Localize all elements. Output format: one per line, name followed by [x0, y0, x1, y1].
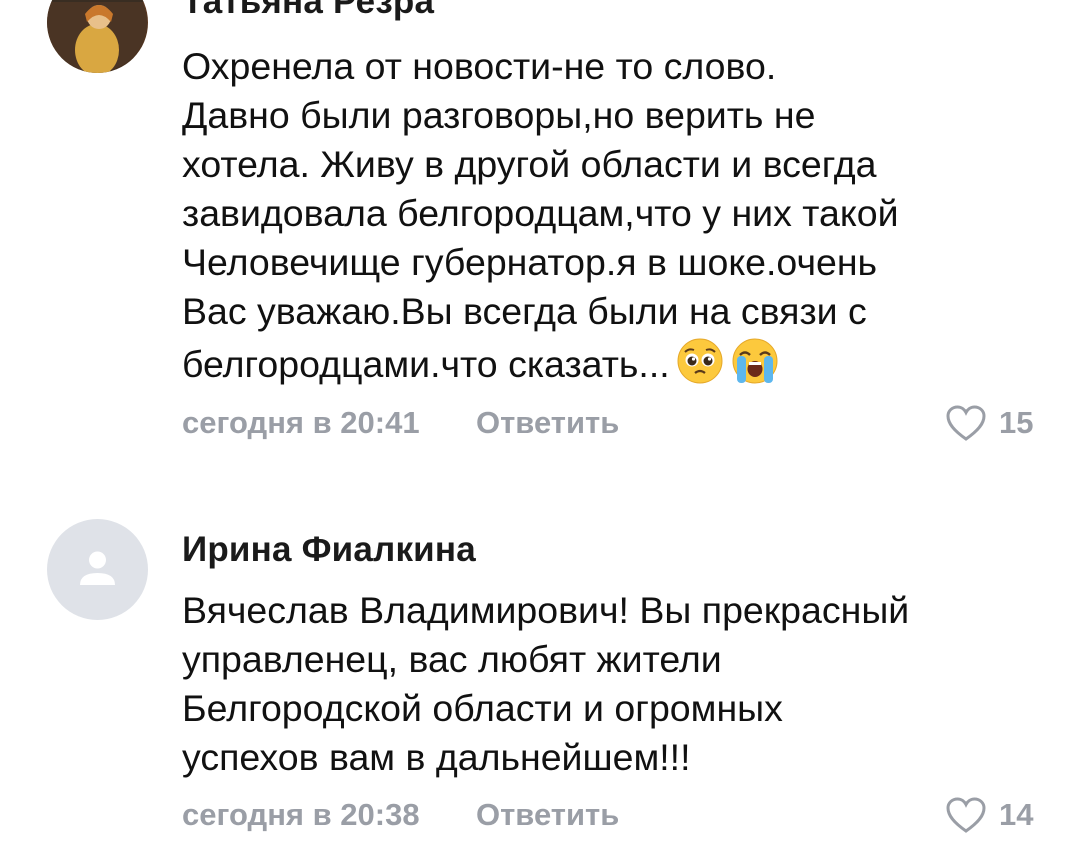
comment-author[interactable]: Татьяна Резра	[182, 0, 434, 22]
heart-outline-icon	[945, 404, 987, 442]
comment-text-line: хотела. Живу в другой области и всегда	[182, 143, 877, 185]
like-count: 14	[999, 797, 1034, 832]
avatar-image	[47, 0, 148, 73]
comment-text-line: управленец, вас любят жители	[182, 638, 722, 680]
reply-button[interactable]: Ответить	[476, 797, 619, 833]
comment-text-line: Белгородской области и огромных	[182, 687, 783, 729]
comment-text-line: Вячеслав Владимирович! Вы прекрасный	[182, 589, 910, 631]
comment-text-line: Давно были разговоры,но верить не	[182, 94, 816, 136]
comment-text: Вячеслав Владимирович! Вы прекрасный упр…	[182, 586, 1042, 782]
loudly-crying-face-emoji	[730, 336, 780, 398]
comment-text-line: успехов вам в дальнейшем!!!	[182, 736, 691, 778]
user-silhouette-icon	[80, 551, 115, 585]
comment-text: Охренела от новости-не то слово. Давно б…	[182, 42, 1042, 398]
comment-text-line: завидовала белгородцам,что у них такой	[182, 192, 899, 234]
comment-timestamp: сегодня в 20:41	[182, 405, 420, 440]
comment-timestamp: сегодня в 20:38	[182, 797, 420, 832]
pleading-face-emoji	[676, 337, 724, 397]
avatar[interactable]	[47, 519, 148, 620]
comment-text-line: Вас уважаю.Вы всегда были на связи с	[182, 290, 867, 332]
reply-button[interactable]: Ответить	[476, 405, 619, 441]
like-count: 15	[999, 405, 1034, 440]
comment-text-line: белгородцами.что сказать...	[182, 336, 1042, 398]
comment-author[interactable]: Ирина Фиалкина	[182, 530, 476, 570]
heart-outline-icon	[945, 796, 987, 834]
avatar[interactable]	[47, 0, 148, 73]
like-button[interactable]: 14	[945, 796, 1033, 834]
like-button[interactable]: 15	[945, 404, 1033, 442]
comment-text-line: Охренела от новости-не то слово.	[182, 45, 777, 87]
comment-text-line: Человечище губернатор.я в шоке.очень	[182, 241, 878, 283]
